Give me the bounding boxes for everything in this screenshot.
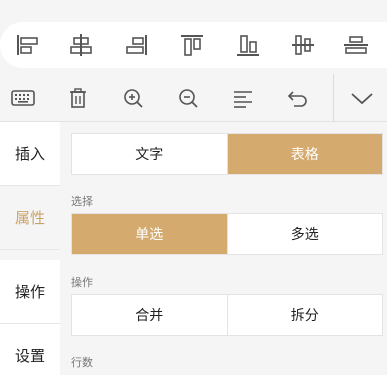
sidebar-item-label: 插入 [14, 145, 45, 163]
sidebar-item-label: 设置 [14, 347, 45, 365]
single-select-button[interactable]: 单选 [72, 214, 227, 254]
operation-buttons: 合并 拆分 [71, 294, 383, 336]
merge-button[interactable]: 合并 [72, 295, 227, 335]
sidebar: 插入 属性 操作 设置 [0, 122, 60, 375]
undo-icon[interactable] [285, 86, 311, 110]
select-toggle: 单选 多选 [71, 213, 383, 255]
align-center-horizontal-icon[interactable] [67, 32, 95, 58]
sidebar-item-label: 操作 [14, 283, 45, 301]
align-right-icon[interactable] [122, 32, 150, 58]
zoom-out-icon[interactable] [175, 86, 201, 110]
align-center-vertical-icon[interactable] [289, 32, 317, 58]
type-toggle: 文字 表格 [71, 133, 383, 175]
sidebar-item-insert[interactable]: 插入 [0, 122, 60, 186]
split-button[interactable]: 拆分 [226, 295, 383, 335]
main-toolbar [0, 74, 387, 122]
sidebar-item-operation[interactable]: 操作 [0, 260, 60, 324]
sidebar-item-settings[interactable]: 设置 [0, 324, 60, 375]
multi-select-button[interactable]: 多选 [226, 214, 383, 254]
text-option-button[interactable]: 文字 [72, 134, 227, 174]
align-bottom-icon[interactable] [234, 32, 262, 58]
align-toolbar [0, 22, 387, 68]
align-left-icon[interactable] [14, 32, 42, 58]
toolbar-divider [333, 74, 334, 122]
trash-icon[interactable] [65, 86, 91, 110]
keyboard-icon[interactable] [10, 86, 36, 110]
sidebar-item-label: 属性 [14, 209, 45, 227]
chevron-down-icon[interactable] [349, 86, 375, 110]
align-top-icon[interactable] [178, 32, 206, 58]
paragraph-align-icon[interactable] [230, 86, 256, 110]
properties-panel: 文字 表格 选择 单选 多选 操作 合并 拆分 行数 [60, 122, 387, 375]
table-option-button[interactable]: 表格 [226, 134, 382, 174]
sidebar-item-properties[interactable]: 属性 [0, 186, 60, 250]
rows-section-label: 行数 [71, 356, 93, 369]
select-section-label: 选择 [71, 195, 93, 208]
zoom-in-icon[interactable] [120, 86, 146, 110]
operation-section-label: 操作 [71, 276, 93, 289]
distribute-icon[interactable] [342, 32, 370, 58]
